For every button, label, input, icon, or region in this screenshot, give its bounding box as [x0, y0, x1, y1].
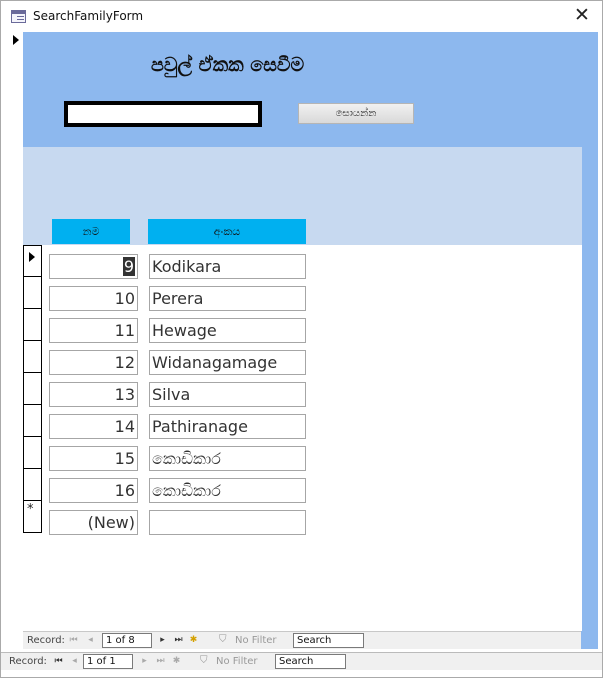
- record-label: Record:: [9, 656, 47, 667]
- subform-border: [582, 147, 598, 631]
- family-name-field[interactable]: Hewage: [149, 318, 306, 343]
- record-selector[interactable]: [23, 277, 42, 309]
- table-row: 13 Silva: [23, 373, 582, 407]
- last-record-icon[interactable]: ⏭: [155, 655, 166, 667]
- family-id-field[interactable]: 16: [49, 478, 138, 503]
- new-family-id-field[interactable]: (New): [49, 510, 138, 535]
- table-row: 9 Kodikara: [23, 245, 582, 279]
- table-row: 11 Hewage: [23, 309, 582, 343]
- new-record-row: * (New): [23, 501, 582, 535]
- current-record-icon: [29, 252, 35, 262]
- form-title: පවුල් ඒකක සෙවීම: [151, 54, 305, 76]
- family-name-field[interactable]: Pathiranage: [149, 414, 306, 439]
- title-bar: SearchFamilyForm ✕: [1, 1, 602, 32]
- family-name-field[interactable]: කොඩිකාර: [149, 478, 306, 503]
- family-id-field[interactable]: 13: [49, 382, 138, 407]
- first-record-icon[interactable]: ⏮: [68, 634, 79, 646]
- next-record-icon[interactable]: ▸: [139, 655, 150, 667]
- table-row: 16 කොඩිකාර: [23, 469, 582, 503]
- filter-off-icon: ⛉: [219, 634, 227, 645]
- column-header-id: නම: [52, 219, 130, 244]
- family-name-field[interactable]: කොඩිකාර: [149, 446, 306, 471]
- column-header-name: අංකය: [148, 219, 306, 244]
- no-filter-button[interactable]: No Filter: [235, 635, 277, 646]
- previous-record-icon[interactable]: ◂: [85, 634, 96, 646]
- record-selector[interactable]: [23, 245, 42, 277]
- window-title: SearchFamilyForm: [33, 9, 144, 23]
- current-record-icon: [13, 35, 19, 45]
- previous-record-icon[interactable]: ◂: [69, 655, 80, 667]
- main-search-box[interactable]: Search: [275, 654, 346, 669]
- form-header: පවුල් ඒකක සෙවීම සොයන්න: [23, 32, 598, 147]
- record-selector[interactable]: [23, 373, 42, 405]
- family-name-field[interactable]: Perera: [149, 286, 306, 311]
- record-position-field[interactable]: 1 of 8: [102, 633, 152, 648]
- new-record-icon[interactable]: ✱: [171, 655, 182, 667]
- main-record-navigation: Record: ⏮ ◂ 1 of 1 ▸ ⏭ ✱ ⛉ No Filter Sea…: [1, 652, 602, 670]
- record-label: Record:: [27, 635, 65, 646]
- family-id-field[interactable]: 11: [49, 318, 138, 343]
- family-name-field[interactable]: Silva: [149, 382, 306, 407]
- record-position-field[interactable]: 1 of 1: [83, 654, 133, 669]
- filter-off-icon: ⛉: [200, 655, 208, 666]
- new-record-icon[interactable]: ✱: [188, 634, 199, 646]
- search-family-form-window: SearchFamilyForm ✕ පවුල් ඒකක සෙවීම සොයන්…: [0, 0, 603, 678]
- next-record-icon[interactable]: ▸: [157, 634, 168, 646]
- subform-record-navigation: Record: ⏮ ◂ 1 of 8 ▸ ⏭ ✱ ⛉ No Filter Sea…: [23, 631, 581, 649]
- record-selector[interactable]: [23, 309, 42, 341]
- search-button[interactable]: සොයන්න: [298, 103, 414, 124]
- form-area: පවුල් ඒකක සෙවීම සොයන්න නම අංකය 9 Kodikara…: [23, 32, 598, 649]
- family-name-field[interactable]: Widanagamage: [149, 350, 306, 375]
- new-family-name-field[interactable]: [149, 510, 306, 535]
- main-record-selector[interactable]: [9, 32, 23, 649]
- family-id-field[interactable]: 12: [49, 350, 138, 375]
- table-row: 12 Widanagamage: [23, 341, 582, 375]
- family-id-field[interactable]: 9: [49, 254, 138, 279]
- last-record-icon[interactable]: ⏭: [173, 634, 184, 646]
- table-row: 14 Pathiranage: [23, 405, 582, 439]
- record-selector[interactable]: [23, 469, 42, 501]
- record-selector[interactable]: [23, 341, 42, 373]
- table-row: 15 කොඩිකාර: [23, 437, 582, 471]
- subform-search-box[interactable]: Search: [293, 633, 364, 648]
- table-row: 10 Perera: [23, 277, 582, 311]
- search-input[interactable]: [64, 101, 262, 127]
- cursor-selection: 9: [122, 257, 135, 276]
- family-name-field[interactable]: Kodikara: [149, 254, 306, 279]
- subform-detail: 9 Kodikara 10 Perera 11 Hewage 12 Widanagamage 1…: [23, 245, 582, 631]
- family-id-field[interactable]: 10: [49, 286, 138, 311]
- close-icon[interactable]: ✕: [570, 5, 594, 27]
- first-record-icon[interactable]: ⏮: [53, 655, 64, 667]
- record-selector[interactable]: [23, 405, 42, 437]
- family-id-field[interactable]: 15: [49, 446, 138, 471]
- family-id-field[interactable]: 14: [49, 414, 138, 439]
- record-selector[interactable]: *: [23, 501, 42, 533]
- subform-header: නම අංකය: [23, 147, 582, 245]
- form-icon: [11, 10, 26, 23]
- no-filter-button[interactable]: No Filter: [216, 656, 258, 667]
- record-selector[interactable]: [23, 437, 42, 469]
- new-record-icon: *: [27, 502, 34, 517]
